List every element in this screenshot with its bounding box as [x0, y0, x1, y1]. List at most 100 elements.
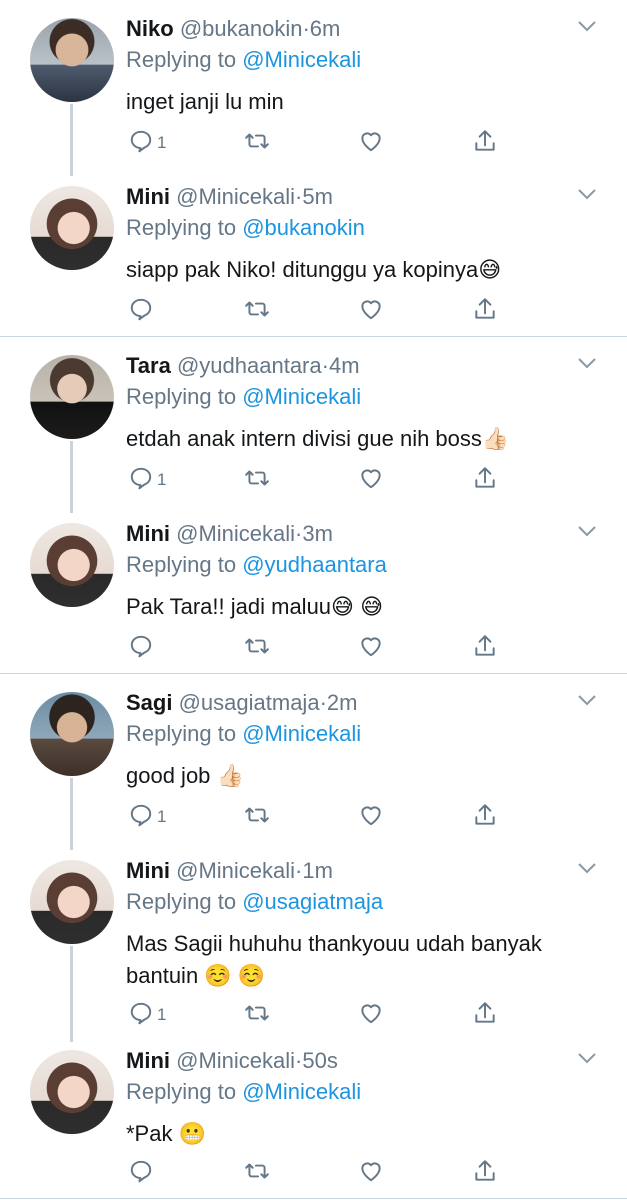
timestamp[interactable]: 2m [327, 690, 358, 715]
share-button[interactable] [472, 463, 498, 493]
comment-icon [130, 130, 152, 153]
share-button[interactable] [472, 126, 498, 156]
chevron-down-icon[interactable] [577, 860, 597, 876]
display-name[interactable]: Mini [126, 184, 170, 209]
mention-link[interactable]: @usagiatmaja [242, 889, 383, 914]
comment-icon [130, 298, 152, 321]
replying-label: Replying to [126, 552, 237, 577]
tweet-header: Niko @bukanokin·6m [126, 16, 340, 42]
tweet[interactable]: Mini @Minicekali·1m Replying to @usagiat… [0, 842, 627, 1042]
timestamp[interactable]: 5m [302, 184, 333, 209]
share-button[interactable] [472, 998, 498, 1028]
reply-button[interactable] [128, 1156, 157, 1186]
mention-link[interactable]: @Minicekali [242, 384, 361, 409]
user-handle[interactable]: @Minicekali [176, 1048, 295, 1073]
replying-to: Replying to @Minicekali [126, 1079, 361, 1105]
tweet[interactable]: Mini @Minicekali·3m Replying to @yudhaan… [0, 505, 627, 673]
retweet-button[interactable] [244, 998, 270, 1028]
like-button[interactable] [358, 126, 384, 156]
display-name[interactable]: Niko [126, 16, 174, 41]
display-name[interactable]: Sagi [126, 690, 172, 715]
user-handle[interactable]: @Minicekali [176, 184, 295, 209]
mention-link[interactable]: @Minicekali [242, 1079, 361, 1104]
user-handle[interactable]: @Minicekali [176, 521, 295, 546]
avatar[interactable] [30, 355, 114, 439]
retweet-button[interactable] [244, 463, 270, 493]
reply-count: 1 [157, 133, 167, 152]
chevron-down-icon[interactable] [577, 1050, 597, 1066]
reply-button[interactable]: 1 [128, 126, 166, 156]
tweet-text: siapp pak Niko! ditunggu ya kopinya😅 [126, 257, 502, 282]
display-name[interactable]: Mini [126, 521, 170, 546]
user-handle[interactable]: @usagiatmaja [179, 690, 320, 715]
chevron-down-icon[interactable] [577, 692, 597, 708]
like-button[interactable] [358, 1156, 384, 1186]
share-button[interactable] [472, 631, 498, 661]
share-icon [475, 804, 495, 825]
share-button[interactable] [472, 1156, 498, 1186]
user-handle[interactable]: @bukanokin [180, 16, 303, 41]
tweet[interactable]: Mini @Minicekali·50s Replying to @Minice… [0, 1032, 627, 1198]
like-button[interactable] [358, 631, 384, 661]
timestamp[interactable]: 4m [329, 353, 360, 378]
replying-label: Replying to [126, 215, 237, 240]
retweet-icon [245, 301, 269, 317]
like-button[interactable] [358, 294, 384, 324]
share-button[interactable] [472, 800, 498, 830]
retweet-button[interactable] [244, 294, 270, 324]
mention-link[interactable]: @bukanokin [242, 215, 365, 240]
reply-button[interactable]: 1 [128, 463, 166, 493]
action-bar: 1 [128, 463, 598, 493]
tweet[interactable]: Tara @yudhaantara·4m Replying to @Minice… [0, 337, 627, 513]
reply-button[interactable] [128, 631, 157, 661]
like-button[interactable] [358, 800, 384, 830]
avatar[interactable] [30, 523, 114, 607]
like-button[interactable] [358, 463, 384, 493]
replying-to: Replying to @yudhaantara [126, 552, 387, 578]
avatar[interactable] [30, 860, 114, 944]
timestamp[interactable]: 50s [302, 1048, 337, 1073]
display-name[interactable]: Tara [126, 353, 171, 378]
action-bar: 1 [128, 998, 598, 1028]
retweet-button[interactable] [244, 126, 270, 156]
chevron-down-icon[interactable] [577, 186, 597, 202]
retweet-icon [245, 807, 269, 823]
heart-icon [361, 806, 381, 826]
mention-link[interactable]: @yudhaantara [242, 552, 387, 577]
mention-link[interactable]: @Minicekali [242, 47, 361, 72]
separator-dot: · [319, 690, 327, 715]
action-bar [128, 631, 598, 661]
tweet[interactable]: Sagi @usagiatmaja·2m Replying to @Minice… [0, 674, 627, 850]
retweet-button[interactable] [244, 631, 270, 661]
tweet-header: Tara @yudhaantara·4m [126, 353, 360, 379]
heart-icon [361, 1004, 381, 1024]
mention-link[interactable]: @Minicekali [242, 721, 361, 746]
tweet[interactable]: Mini @Minicekali·5m Replying to @bukanok… [0, 168, 627, 336]
like-button[interactable] [358, 998, 384, 1028]
share-button[interactable] [472, 294, 498, 324]
tweet-text: Mas Sagii huhuhu thankyouu udah banyak b… [126, 931, 542, 988]
avatar[interactable] [30, 18, 114, 102]
avatar[interactable] [30, 692, 114, 776]
retweet-button[interactable] [244, 1156, 270, 1186]
reply-count: 1 [157, 1005, 167, 1024]
reply-button[interactable] [128, 294, 157, 324]
timestamp[interactable]: 6m [310, 16, 341, 41]
timestamp[interactable]: 3m [302, 521, 333, 546]
tweet[interactable]: Niko @bukanokin·6m Replying to @Miniceka… [0, 0, 627, 176]
chevron-down-icon[interactable] [577, 355, 597, 371]
timestamp[interactable]: 1m [302, 858, 333, 883]
retweet-button[interactable] [244, 800, 270, 830]
tweet-text: etdah anak intern divisi gue nih boss👍🏻 [126, 426, 510, 451]
display-name[interactable]: Mini [126, 858, 170, 883]
reply-button[interactable]: 1 [128, 800, 166, 830]
user-handle[interactable]: @Minicekali [176, 858, 295, 883]
chevron-down-icon[interactable] [577, 18, 597, 34]
user-handle[interactable]: @yudhaantara [177, 353, 322, 378]
display-name[interactable]: Mini [126, 1048, 170, 1073]
reply-button[interactable]: 1 [128, 998, 166, 1028]
avatar[interactable] [30, 1050, 114, 1134]
tweet-header: Mini @Minicekali·1m [126, 858, 333, 884]
avatar[interactable] [30, 186, 114, 270]
chevron-down-icon[interactable] [577, 523, 597, 539]
